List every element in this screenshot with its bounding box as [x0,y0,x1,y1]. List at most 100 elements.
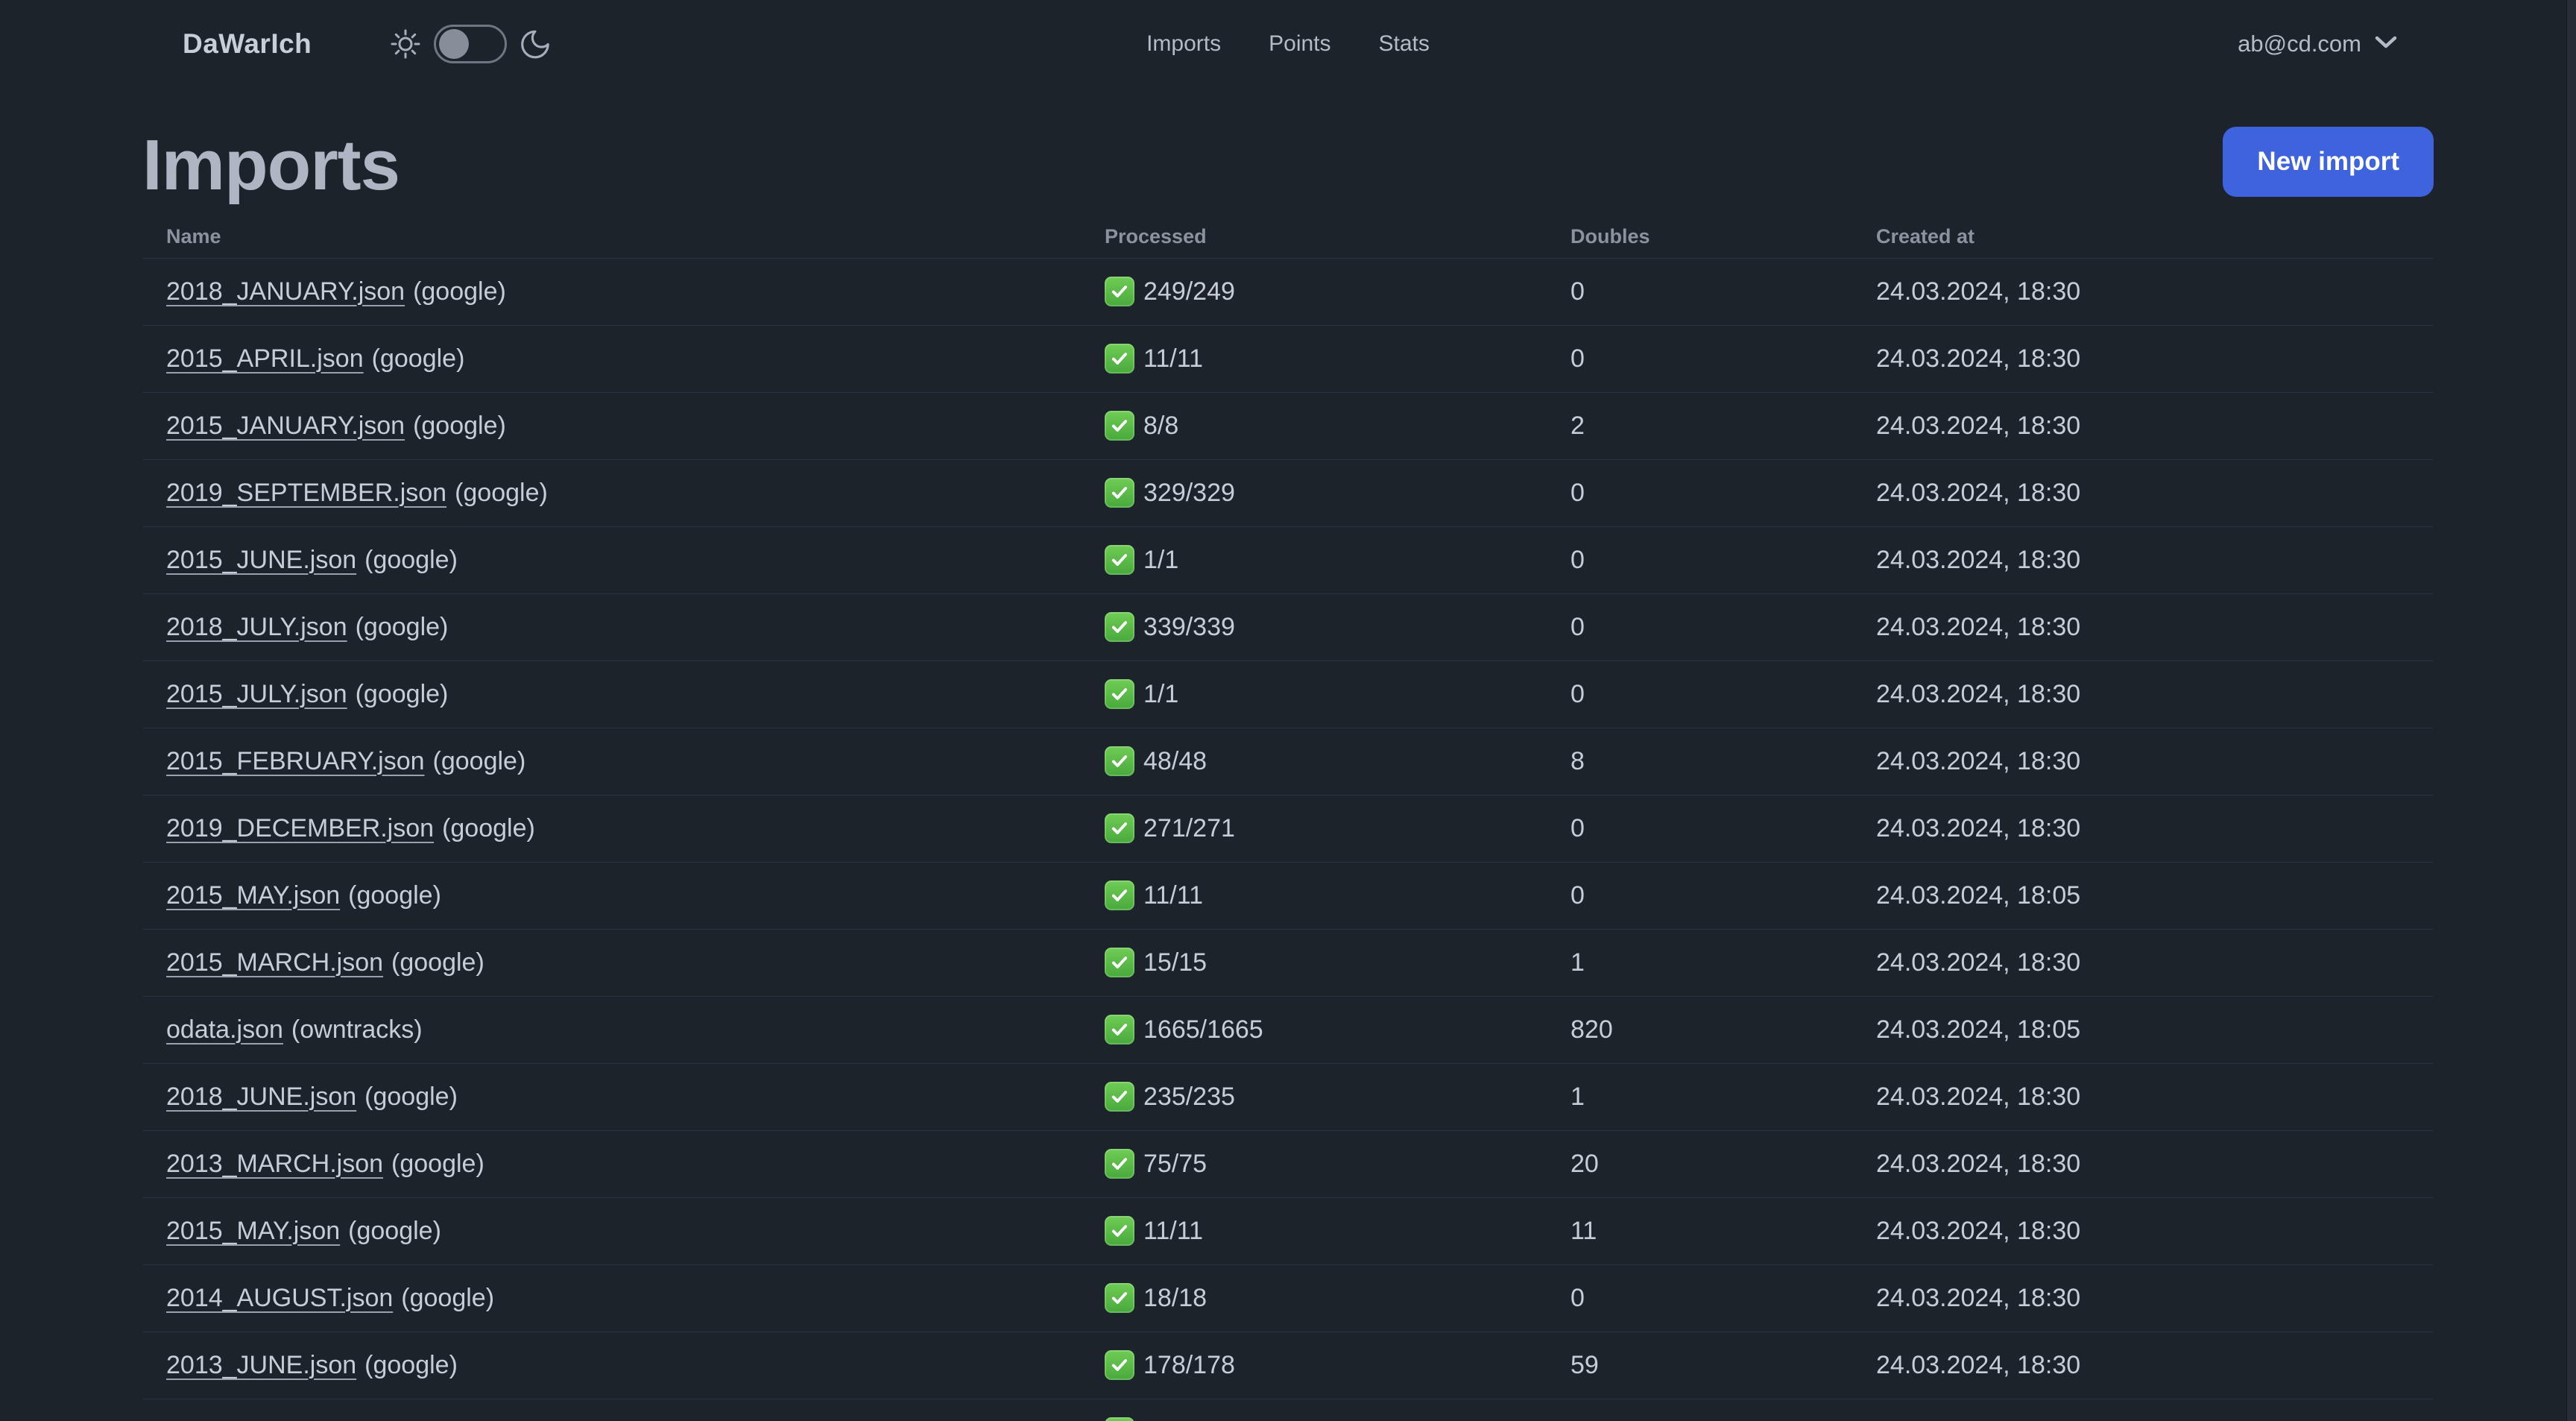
processed-count: 339/339 [1143,612,1235,641]
processed-count: 1/1 [1143,545,1179,574]
table-row: 2019_DECEMBER.json (google) 271/271 0 24.… [142,795,2434,863]
table-row: 2015_MARCH.json (google) 15/15 1 24.03.20… [142,929,2434,997]
success-check-icon [1105,1015,1134,1045]
created-at: 24.03.2024, 18:30 [1875,1130,2434,1198]
import-source-label: (google) [391,1149,484,1178]
import-file-link[interactable]: 2015_JULY.json [166,680,347,708]
doubles-count: 0 [1570,593,1875,661]
import-file-link[interactable]: 2015_MARCH.json [166,948,383,977]
created-at: 24.03.2024, 18:30 [1875,1264,2434,1332]
processed-count: 18/18 [1143,1283,1208,1312]
import-file-link[interactable]: 2018_JULY.json [166,613,347,641]
success-check-icon [1105,813,1134,843]
import-file-link[interactable]: 2013_MARCH.json [166,1150,383,1178]
toggle-knob [439,29,470,59]
doubles-count: 0 [1570,661,1875,728]
page-header: Imports New import [142,125,2434,209]
doubles-count: 8 [1570,728,1875,795]
import-source-label: (google) [371,344,465,373]
success-check-icon [1105,880,1134,910]
success-check-icon [1105,545,1134,575]
processed-count: 249/249 [1143,277,1235,306]
import-file-link[interactable]: 2019_DECEMBER.json [166,814,434,842]
table-row: 2019_SEPTEMBER.json (google) 329/329 0 24… [142,459,2434,527]
import-source-label: (google) [391,948,484,977]
table-row: 2014_AUGUST.json (google) 18/18 0 24.03.2… [142,1264,2434,1332]
processed-count: 11/11 [1143,344,1204,373]
import-file-link[interactable]: 2018_JUNE.json [166,1083,356,1111]
import-source-label: (google) [364,545,458,574]
created-at: 24.03.2024, 18:05 [1875,996,2434,1064]
table-row: 2015_MAY.json (google) 11/11 11 24.03.202… [142,1197,2434,1265]
processed-count: 11/11 [1143,880,1204,910]
success-check-icon [1105,679,1134,709]
table-row: 2013_JUNE.json (google) 178/178 59 24.03.… [142,1332,2434,1399]
processed-count: 48/48 [1143,746,1208,775]
table-row: 2018_JANUARY.json (google) 249/249 0 24.0… [142,258,2434,326]
import-file-link[interactable]: 2015_MAY.json [166,1217,340,1245]
import-file-link[interactable]: 2019_SEPTEMBER.json [166,479,446,507]
success-check-icon [1105,1149,1134,1179]
success-check-icon [1105,746,1134,776]
doubles-count: 820 [1570,996,1875,1064]
import-file-link[interactable]: 2015_JANUARY.json [166,412,405,440]
column-header-doubles: Doubles [1570,216,1875,259]
doubles-count: 0 [1570,325,1875,393]
doubles-count: 59 [1570,1332,1875,1399]
import-source-label: (google) [348,880,441,910]
created-at: 24.03.2024, 18:30 [1875,325,2434,393]
import-source-label: (google) [442,813,535,842]
success-check-icon [1105,1350,1134,1380]
created-at: 24.03.2024, 18:30 [1875,728,2434,795]
doubles-count [1570,1399,1875,1421]
processed-count: 15/15 [1143,948,1208,977]
success-check-icon [1105,612,1134,642]
import-file-link[interactable]: 2014_AUGUST.json [166,1284,393,1312]
import-source-label: (google) [432,746,526,775]
import-file-link[interactable]: 2013_JUNE.json [166,1351,356,1379]
nav-link-imports[interactable]: Imports [1146,31,1221,57]
doubles-count: 0 [1570,795,1875,863]
created-at: 24.03.2024, 18:30 [1875,258,2434,326]
nav-link-points[interactable]: Points [1269,31,1330,57]
import-file-link[interactable]: 2015_MAY.json [166,881,340,910]
chevron-down-icon [2375,36,2397,53]
processed-count: 8/8 [1143,411,1179,440]
success-check-icon [1105,478,1134,508]
success-check-icon [1105,1082,1134,1112]
moon-icon [519,27,553,61]
column-header-created-at: Created at [1875,216,2434,259]
created-at: 24.03.2024, 18:30 [1875,929,2434,997]
nav-link-stats[interactable]: Stats [1379,31,1430,57]
main-content: Imports New import Name Processed Double… [0,125,2576,1421]
theme-toggle-group [389,25,553,63]
processed-count: 235/235 [1143,1082,1235,1111]
doubles-count: 20 [1570,1130,1875,1198]
import-file-link[interactable]: 2018_JANUARY.json [166,277,405,306]
success-check-icon [1105,948,1134,977]
import-source-label: (google) [355,612,449,641]
import-source-label: (google) [401,1283,495,1312]
table-row: 2015_JULY.json (google) 1/1 0 24.03.2024,… [142,661,2434,728]
import-file-link[interactable]: 2015_APRIL.json [166,344,364,373]
imports-table: Name Processed Doubles Created at 2018_J… [142,216,2434,1421]
doubles-count: 0 [1570,1264,1875,1332]
theme-toggle[interactable] [434,25,508,63]
import-source-label: (google) [364,1082,458,1111]
created-at: 24.03.2024, 18:30 [1875,1332,2434,1399]
table-row: 2013_MARCH.json (google) 75/75 20 24.03.2… [142,1130,2434,1198]
processed-count: 178/178 [1143,1350,1235,1379]
new-import-button[interactable]: New import [2223,127,2434,197]
doubles-count: 0 [1570,258,1875,326]
import-file-link[interactable]: odata.json [166,1015,283,1044]
processed-count: 271/271 [1143,813,1235,842]
user-menu[interactable]: ab@cd.com [2238,31,2397,57]
processed-count: 329/329 [1143,478,1235,507]
import-file-link[interactable]: 2015_FEBRUARY.json [166,747,425,775]
scrollbar[interactable] [2566,0,2576,1421]
doubles-count: 1 [1570,929,1875,997]
column-header-processed: Processed [1104,216,1570,259]
app-logo[interactable]: DaWarIch [183,28,312,60]
table-row: 2018_JUNE.json (google) 235/235 1 24.03.2… [142,1063,2434,1131]
import-file-link[interactable]: 2015_JUNE.json [166,546,356,574]
